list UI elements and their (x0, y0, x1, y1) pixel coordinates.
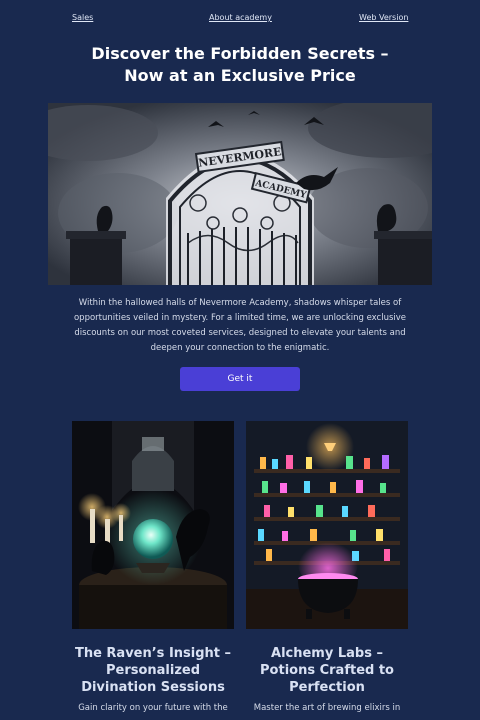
card-title-ravens-insight: The Raven’s Insight – Personalized Divin… (72, 645, 234, 696)
hero-image-academy-gate: NEVERMORE ACADEMY (48, 103, 432, 285)
page-headline: Discover the Forbidden Secrets – Now at … (40, 43, 440, 87)
nav-link-about-academy[interactable]: About academy (209, 13, 272, 22)
top-navigation: Sales About academy Web Version (0, 13, 480, 27)
card-title-line: The Raven’s Insight – (74, 646, 232, 661)
crystal-ball-image (72, 421, 234, 629)
card-title-line: Divination Sessions (81, 680, 225, 695)
card-title-alchemy-labs: Alchemy Labs – Potions Crafted to Perfec… (246, 645, 408, 696)
card-description: Master the art of brewing elixirs in (253, 703, 401, 713)
card-title-line: Alchemy Labs – (271, 646, 383, 661)
service-card-alchemy-labs[interactable]: Alchemy Labs – Potions Crafted to Perfec… (246, 421, 408, 720)
nav-link-web-version[interactable]: Web Version (359, 13, 408, 22)
headline-line-1: Discover the Forbidden Secrets – (91, 44, 389, 63)
card-description: Gain clarity on your future with the (78, 703, 228, 713)
potion-lab-image (246, 421, 408, 629)
card-title-line: Perfection (289, 680, 365, 695)
get-it-button[interactable]: Get it (180, 367, 300, 391)
nav-link-sales[interactable]: Sales (72, 13, 93, 22)
card-title-line: Personalized (105, 663, 201, 678)
headline-line-2: Now at an Exclusive Price (124, 66, 356, 85)
service-card-ravens-insight[interactable]: The Raven’s Insight – Personalized Divin… (72, 421, 234, 720)
intro-paragraph: Within the hallowed halls of Nevermore A… (73, 298, 407, 353)
card-title-line: Potions Crafted to (260, 663, 394, 678)
